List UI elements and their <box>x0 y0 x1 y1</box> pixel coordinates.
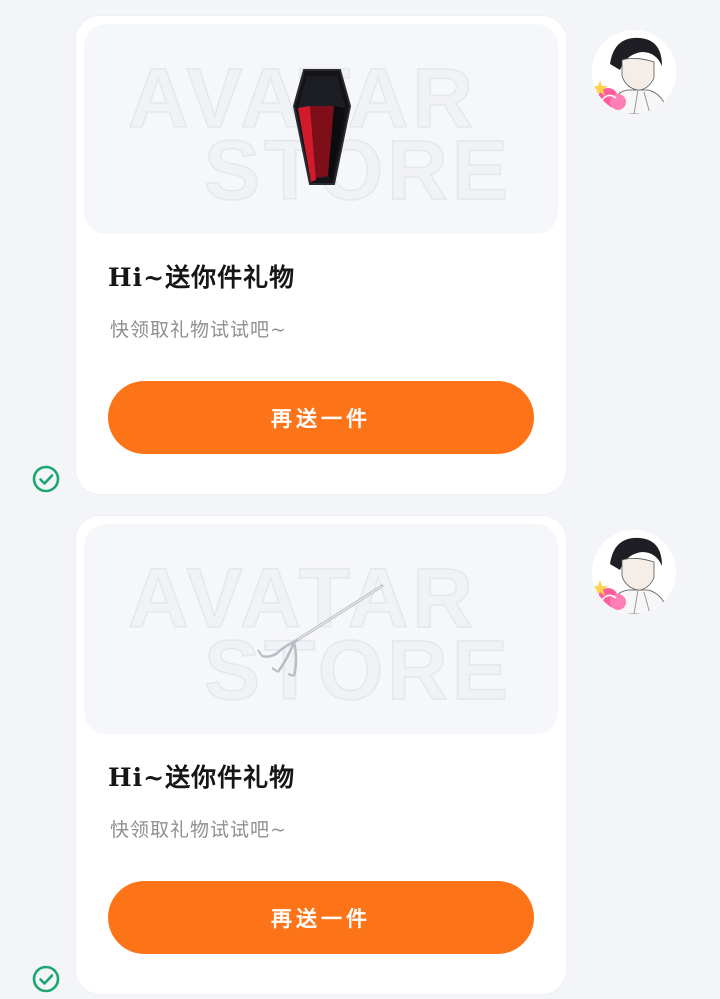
gift-title: Hi~送你件礼物 <box>108 763 296 792</box>
gift-banner: AVATAR STORE <box>84 524 558 734</box>
gift-subtitle: 快领取礼物试试吧~ <box>110 819 287 841</box>
send-again-button[interactable]: 再送一件 <box>108 381 534 454</box>
send-again-button[interactable]: 再送一件 <box>108 881 534 954</box>
gift-title: Hi~送你件礼物 <box>108 263 296 292</box>
avatar[interactable] <box>592 30 676 114</box>
gift-message: AVATAR STORE Hi~送你件礼物 快领取礼物试试吧~ 再送一件 <box>0 500 720 999</box>
gift-card[interactable]: AVATAR STORE Hi~送你件礼物 快领取礼物试试吧~ 再送一件 <box>76 516 566 994</box>
chat-feed: AVATAR STORE Hi~送你件礼物 快领取礼物试试吧~ 再送一件 <box>0 0 720 999</box>
avatar-image <box>592 30 676 114</box>
trident-icon <box>257 584 384 677</box>
avatar[interactable] <box>592 530 676 614</box>
gift-banner: AVATAR STORE <box>84 24 558 234</box>
avatar-image <box>592 530 676 614</box>
check-circle-icon <box>32 965 60 993</box>
gift-subtitle: 快领取礼物试试吧~ <box>110 319 287 341</box>
check-circle-icon <box>32 465 60 493</box>
coffin-icon <box>292 69 352 185</box>
gift-card[interactable]: AVATAR STORE Hi~送你件礼物 快领取礼物试试吧~ 再送一件 <box>76 16 566 494</box>
gift-message: AVATAR STORE Hi~送你件礼物 快领取礼物试试吧~ 再送一件 <box>0 0 720 500</box>
